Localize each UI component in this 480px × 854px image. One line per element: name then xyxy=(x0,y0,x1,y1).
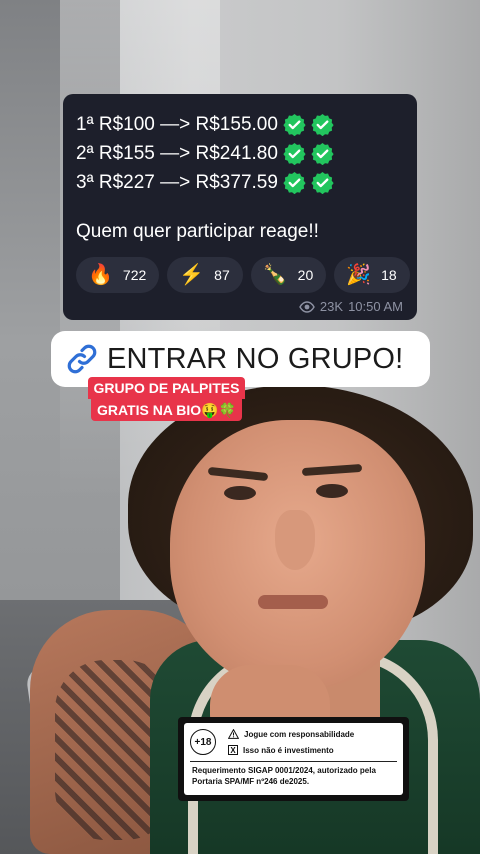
reaction-count: 20 xyxy=(297,267,314,283)
check-badge-icon xyxy=(283,113,306,136)
age-restriction-icon: +18 xyxy=(190,729,216,755)
result-line-1: 1ª R$100 —> R$155.00 xyxy=(76,110,405,139)
x-box-icon: X xyxy=(228,745,238,755)
left-eye xyxy=(224,486,256,500)
responsible-gaming-badge: +18 Jogue com responsabilidade X Isso nã… xyxy=(178,717,409,801)
reaction-count: 18 xyxy=(381,267,397,283)
lightning-icon: ⚡ xyxy=(179,264,205,286)
warning-icon xyxy=(228,729,239,739)
champagne-icon: 🍾 xyxy=(262,264,288,286)
legal-text: Requerimento SIGAP 0001/2024, autorizado… xyxy=(192,766,376,786)
result-text-1: 1ª R$100 —> R$155.00 xyxy=(76,114,278,135)
check-badge-icon xyxy=(311,142,334,165)
check-badge-icon xyxy=(283,142,306,165)
result-line-3: 3ª R$227 —> R$377.59 xyxy=(76,168,405,197)
message-time: 10:50 AM xyxy=(348,299,403,314)
reaction-fire[interactable]: 🔥 722 xyxy=(76,257,160,293)
fire-icon: 🔥 xyxy=(88,264,113,286)
check-badge-icon xyxy=(311,171,334,194)
caption-overlay: GRUPO DE PALPITES GRATIS NA BIO🤑🍀 xyxy=(80,377,253,421)
reaction-champagne[interactable]: 🍾 20 xyxy=(250,257,327,293)
call-to-action-text: Quem quer participar reage!! xyxy=(76,221,319,242)
check-badge-icon xyxy=(283,171,306,194)
reaction-count: 722 xyxy=(122,267,147,283)
check-badge-icon xyxy=(311,113,334,136)
result-line-2: 2ª R$155 —> R$241.80 xyxy=(76,139,405,168)
message-card: 1ª R$100 —> R$155.00 2ª R$155 —> R$241.8… xyxy=(63,94,417,320)
eye-icon xyxy=(299,300,315,313)
link-icon xyxy=(65,342,99,376)
party-popper-icon: 🎉 xyxy=(346,264,372,286)
reaction-count: 87 xyxy=(214,267,230,283)
caption-line-1: GRUPO DE PALPITES xyxy=(87,377,246,399)
reaction-party[interactable]: 🎉 18 xyxy=(334,257,410,293)
not-investment-row: X Isso não é investimento xyxy=(228,745,334,755)
mouth xyxy=(258,595,328,609)
result-text-3: 3ª R$227 —> R$377.59 xyxy=(76,172,278,193)
view-count: 23K xyxy=(319,299,344,314)
not-investment-text: Isso não é investimento xyxy=(243,745,334,755)
result-text-2: 2ª R$155 —> R$241.80 xyxy=(76,143,278,164)
warning-text: Jogue com responsabilidade xyxy=(244,729,355,739)
nose xyxy=(275,510,315,570)
warning-row: Jogue com responsabilidade xyxy=(228,729,354,739)
right-eye xyxy=(316,484,348,498)
message-meta: 23K 10:50 AM xyxy=(299,299,403,314)
badge-panel: +18 Jogue com responsabilidade X Isso nã… xyxy=(184,723,403,795)
reaction-lightning[interactable]: ⚡ 87 xyxy=(167,257,243,293)
join-group-label: ENTRAR NO GRUPO! xyxy=(107,342,404,375)
caption-line-2: GRATIS NA BIO🤑🍀 xyxy=(90,399,243,421)
badge-divider xyxy=(190,761,397,762)
reactions-bar: 🔥 722 ⚡ 87 🍾 20 🎉 18 xyxy=(76,257,410,293)
